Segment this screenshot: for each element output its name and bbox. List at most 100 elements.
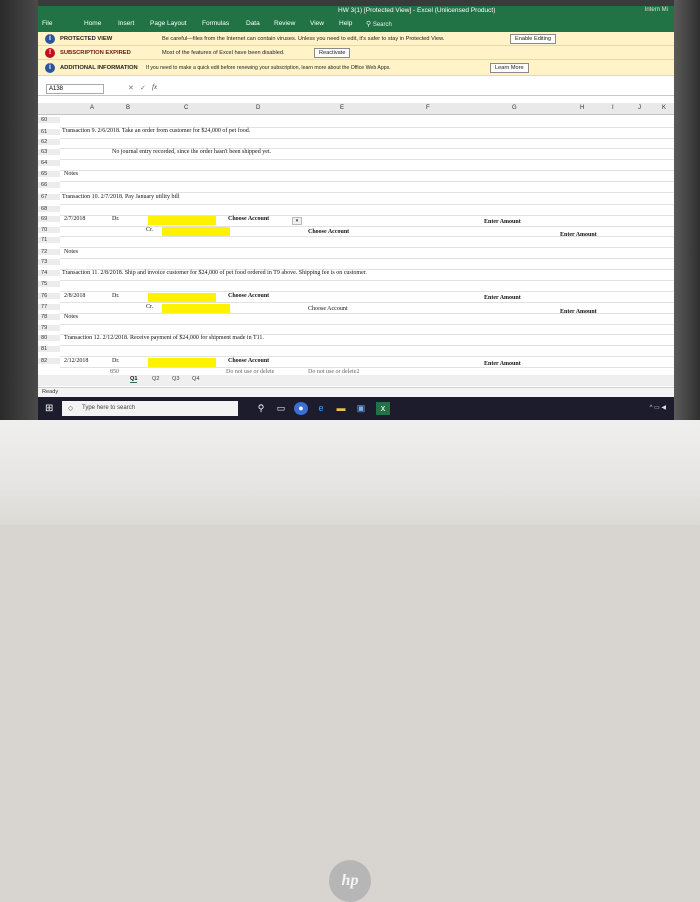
row-number[interactable]: 78 bbox=[38, 314, 60, 320]
transaction-10-description[interactable]: Transaction 10. 2/7/2018. Pay January ut… bbox=[62, 194, 179, 200]
row-number[interactable]: 69 bbox=[38, 216, 60, 222]
journal-date[interactable]: 2/8/2018 bbox=[64, 293, 85, 299]
windows-start-icon[interactable]: ⊞ bbox=[45, 403, 53, 414]
row-number[interactable]: 82 bbox=[38, 358, 60, 364]
column-header-c[interactable]: C bbox=[184, 105, 188, 111]
tab-page-layout[interactable]: Page Layout bbox=[150, 20, 187, 27]
tab-file[interactable]: File bbox=[42, 20, 52, 27]
edge-icon[interactable]: e bbox=[314, 402, 328, 415]
enter-icon[interactable]: ✓ bbox=[140, 84, 146, 92]
choose-account-dropdown[interactable]: Choose Account bbox=[228, 358, 269, 364]
row-number[interactable]: 65 bbox=[38, 171, 60, 177]
row-number[interactable]: 81 bbox=[38, 346, 60, 352]
input-cell-highlight[interactable] bbox=[148, 293, 216, 302]
sheet-tab-q3[interactable]: Q3 bbox=[172, 376, 179, 382]
row-number[interactable]: 79 bbox=[38, 325, 60, 331]
row-number[interactable]: 64 bbox=[38, 160, 60, 166]
gridline bbox=[60, 159, 674, 160]
choose-account-dropdown[interactable]: Choose Account bbox=[228, 293, 269, 299]
tab-review[interactable]: Review bbox=[274, 20, 295, 27]
name-box[interactable]: A138 bbox=[46, 84, 104, 94]
column-header-b[interactable]: B bbox=[126, 105, 130, 111]
row-number[interactable]: 74 bbox=[38, 270, 60, 276]
cancel-icon[interactable]: ✕ bbox=[128, 84, 134, 92]
input-cell-highlight[interactable] bbox=[148, 216, 216, 225]
row-number[interactable]: 66 bbox=[38, 182, 60, 188]
row-number[interactable]: 60 bbox=[38, 117, 60, 123]
insert-function-icon[interactable]: fx bbox=[152, 83, 157, 91]
enter-amount-field[interactable]: Enter Amount bbox=[560, 309, 597, 315]
file-explorer-icon[interactable]: ▬ bbox=[334, 402, 348, 415]
column-header-e[interactable]: E bbox=[340, 105, 344, 111]
column-header-a[interactable]: A bbox=[90, 105, 94, 111]
column-header-g[interactable]: G bbox=[512, 105, 517, 111]
row-number[interactable]: 77 bbox=[38, 304, 60, 310]
enter-amount-field[interactable]: Enter Amount bbox=[484, 219, 521, 225]
row-number[interactable]: 70 bbox=[38, 227, 60, 233]
choose-account-dropdown[interactable]: Choose Account bbox=[308, 229, 349, 235]
transaction-11-description[interactable]: Transaction 11. 2/8/2018. Ship and invoi… bbox=[62, 270, 367, 276]
microphone-icon[interactable]: ⚲ bbox=[254, 402, 268, 415]
row-number[interactable]: 67 bbox=[38, 194, 60, 200]
ribbon-tabs: File Home Insert Page Layout Formulas Da… bbox=[38, 18, 674, 32]
input-cell-highlight[interactable] bbox=[162, 227, 230, 236]
reactivate-button[interactable]: Reactivate bbox=[314, 48, 351, 58]
tab-insert[interactable]: Insert bbox=[118, 20, 134, 27]
windows-taskbar: ⊞ ○ Type here to search ⚲ ▭ ● e ▬ ▣ x ^ … bbox=[38, 397, 674, 420]
sheet-tab-q1[interactable]: Q1 bbox=[130, 376, 138, 383]
row-number[interactable]: 63 bbox=[38, 149, 60, 155]
tab-view[interactable]: View bbox=[310, 20, 324, 27]
tab-home[interactable]: Home bbox=[84, 20, 101, 27]
input-cell-highlight[interactable] bbox=[148, 358, 216, 367]
choose-account-dropdown[interactable]: Choose Account bbox=[308, 306, 348, 312]
journal-date[interactable]: 2/12/2018 bbox=[64, 358, 88, 364]
row-number[interactable]: 71 bbox=[38, 237, 60, 243]
column-header-h[interactable]: H bbox=[580, 105, 584, 111]
notes-label[interactable]: Notes bbox=[64, 314, 78, 320]
column-header-f[interactable]: F bbox=[426, 105, 430, 111]
sheet-tab-q4[interactable]: Q4 bbox=[192, 376, 199, 382]
transaction-12-description[interactable]: Transaction 12. 2/12/2018. Receive payme… bbox=[64, 335, 264, 341]
input-cell-highlight[interactable] bbox=[162, 304, 230, 313]
system-tray-icons[interactable]: ^ ▭ ◀ bbox=[650, 404, 666, 411]
tab-formulas[interactable]: Formulas bbox=[202, 20, 229, 27]
row-number[interactable]: 73 bbox=[38, 259, 60, 265]
sheet-tab-q2[interactable]: Q2 bbox=[152, 376, 159, 382]
column-header-i[interactable]: I bbox=[612, 105, 614, 111]
learn-more-button[interactable]: Learn More bbox=[490, 63, 529, 73]
notes-label[interactable]: Notes bbox=[64, 171, 78, 177]
tell-me-label: Search bbox=[372, 22, 392, 28]
enter-amount-field[interactable]: Enter Amount bbox=[560, 232, 597, 238]
chevron-down-icon[interactable]: ▾ bbox=[292, 217, 302, 225]
row-number[interactable]: 75 bbox=[38, 281, 60, 287]
tab-help[interactable]: Help bbox=[339, 20, 352, 27]
chrome-icon[interactable]: ● bbox=[294, 402, 308, 415]
notes-label[interactable]: Notes bbox=[64, 249, 78, 255]
column-header-k[interactable]: K bbox=[662, 105, 666, 111]
column-header-j[interactable]: J bbox=[638, 105, 641, 111]
row-number[interactable]: 76 bbox=[38, 293, 60, 299]
worksheet-grid[interactable]: 60 61 62 63 64 65 66 67 68 69 70 71 72 7… bbox=[38, 115, 674, 393]
enable-editing-button[interactable]: Enable Editing bbox=[510, 34, 557, 44]
cortana-icon: ○ bbox=[68, 403, 74, 413]
column-header-d[interactable]: D bbox=[256, 105, 260, 111]
status-bar: Ready bbox=[38, 387, 674, 397]
tab-data[interactable]: Data bbox=[246, 20, 260, 27]
store-icon[interactable]: ▣ bbox=[354, 402, 368, 415]
row-number[interactable]: 80 bbox=[38, 335, 60, 341]
excel-icon[interactable]: x bbox=[376, 402, 390, 415]
transaction-9-description[interactable]: Transaction 9. 2/6/2018. Take an order f… bbox=[62, 128, 250, 134]
taskbar-search[interactable]: ○ Type here to search bbox=[62, 401, 238, 416]
journal-date[interactable]: 2/7/2018 bbox=[64, 216, 85, 222]
enter-amount-field[interactable]: Enter Amount bbox=[484, 295, 521, 301]
gridline bbox=[60, 181, 674, 182]
row-number[interactable]: 61 bbox=[38, 129, 60, 135]
task-view-icon[interactable]: ▭ bbox=[274, 402, 288, 415]
row-number[interactable]: 62 bbox=[38, 139, 60, 145]
row-number[interactable]: 68 bbox=[38, 206, 60, 212]
choose-account-dropdown[interactable]: Choose Account bbox=[228, 216, 269, 222]
no-journal-note[interactable]: No journal entry recorded, since the ord… bbox=[112, 149, 271, 155]
row-number[interactable]: 72 bbox=[38, 249, 60, 255]
enter-amount-field[interactable]: Enter Amount bbox=[484, 361, 521, 367]
tell-me-search[interactable]: ⚲ Search bbox=[366, 20, 392, 28]
